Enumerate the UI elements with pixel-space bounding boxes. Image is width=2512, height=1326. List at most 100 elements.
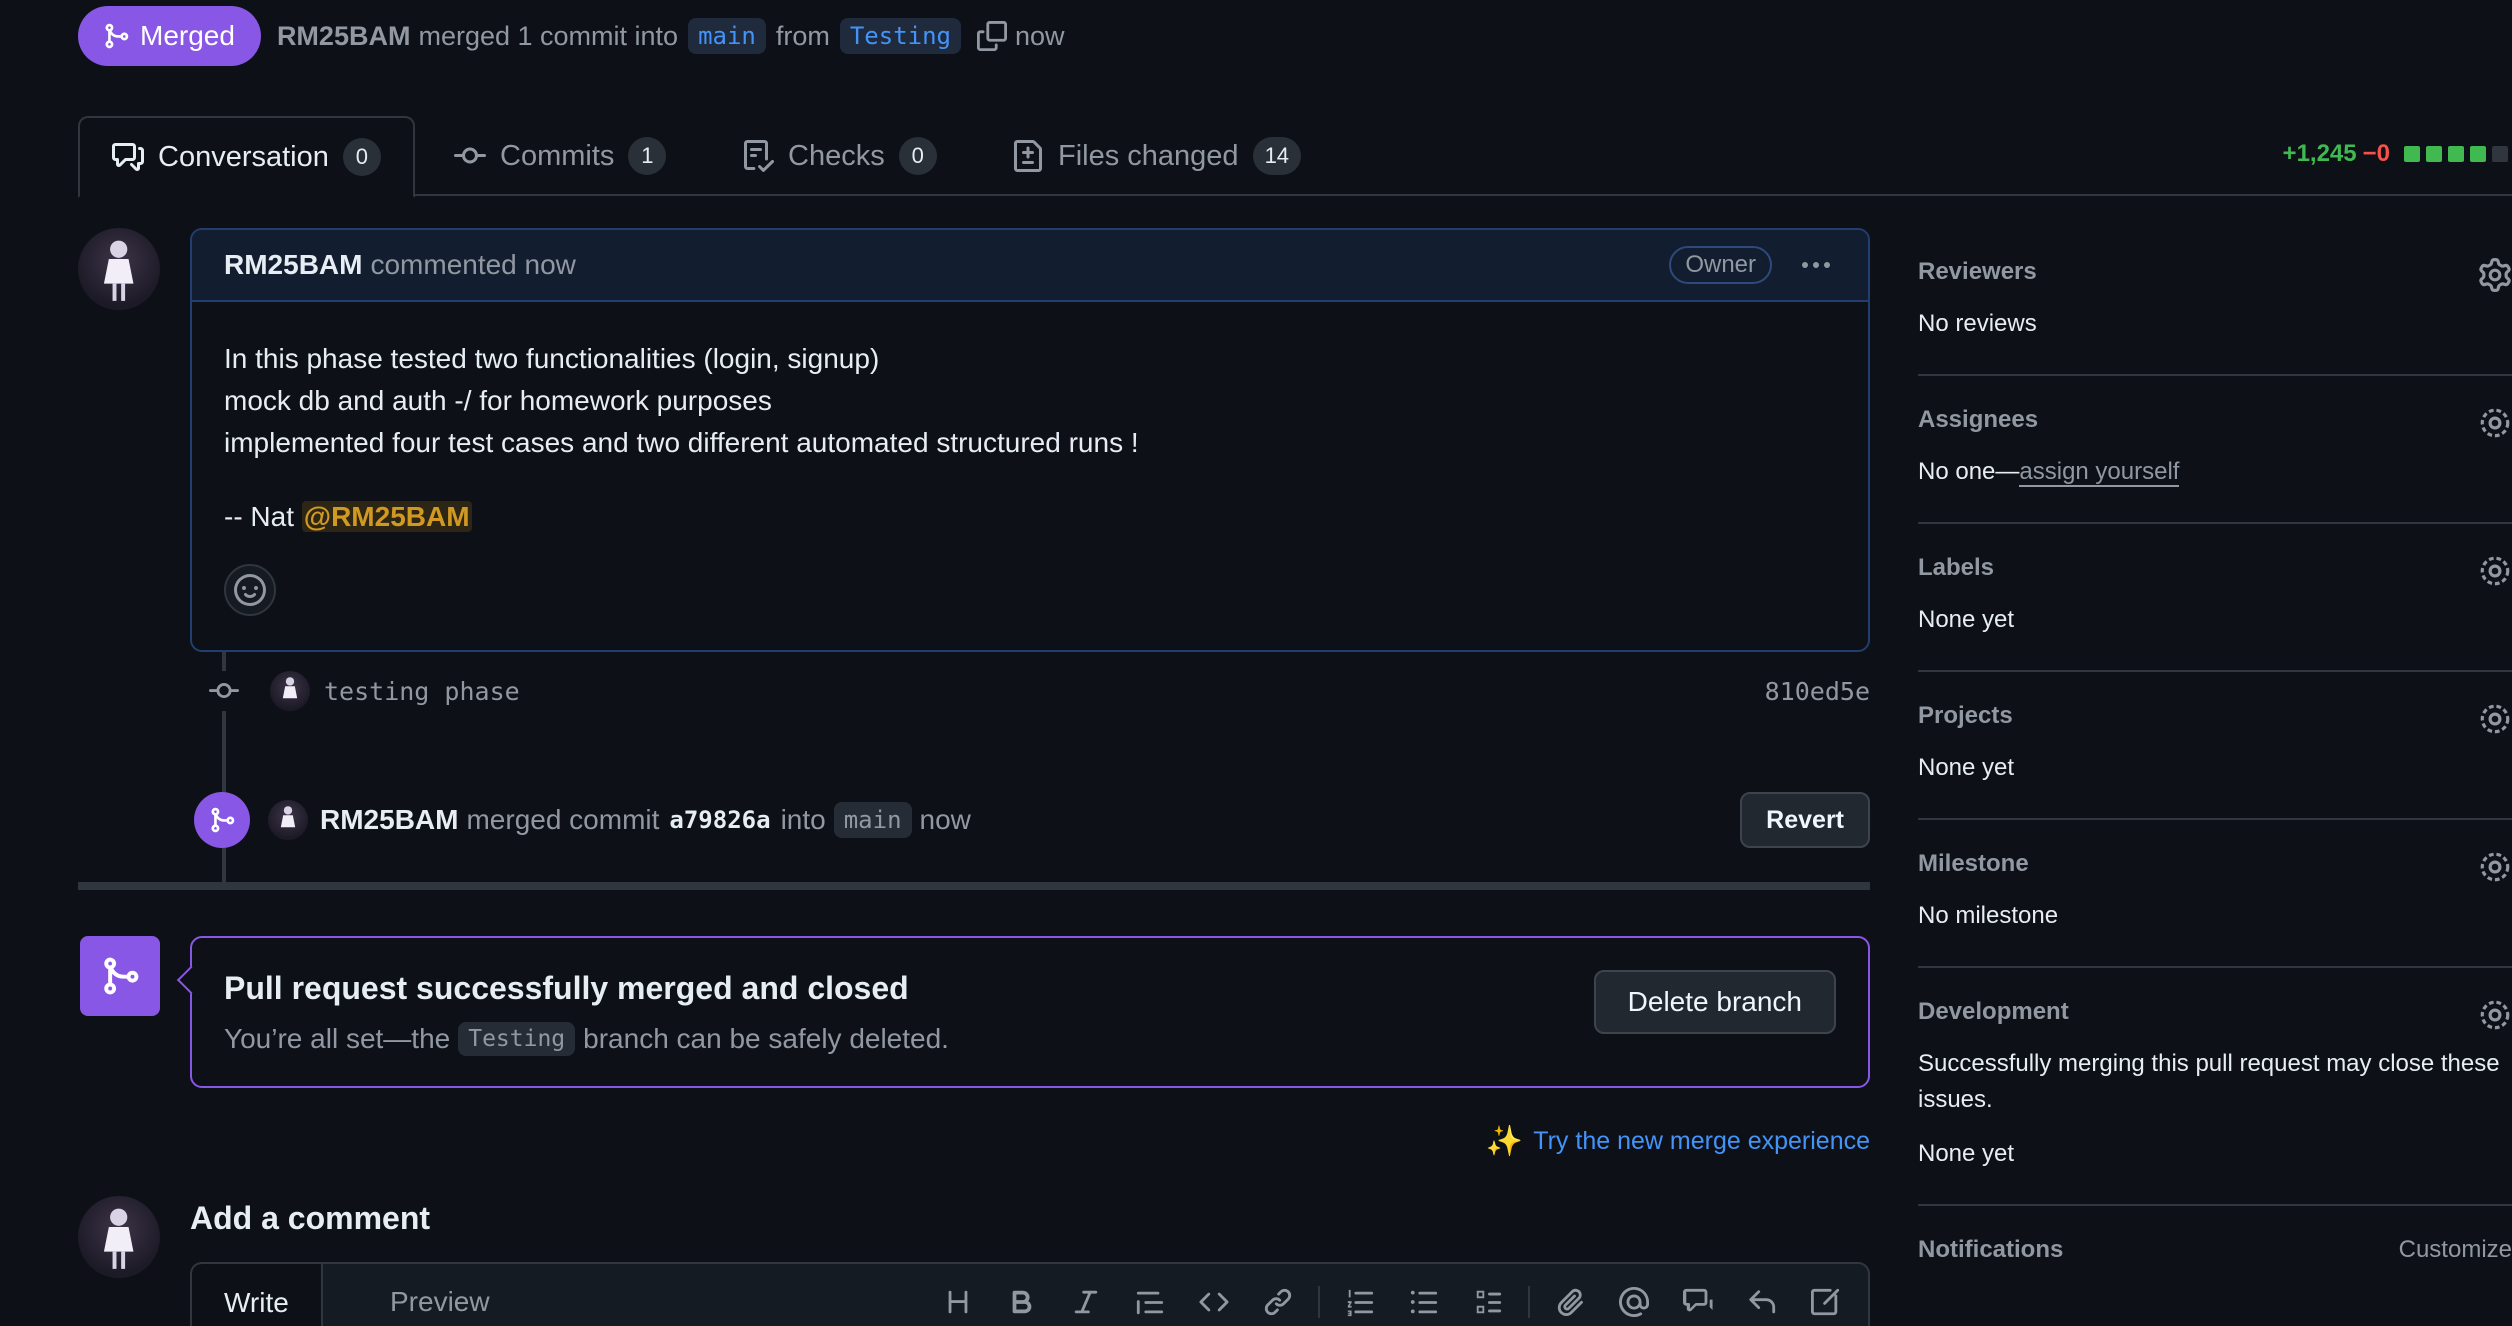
fullscreen-icon[interactable] [1794,1276,1858,1326]
assignees-value: No one—assign yourself [1918,454,2512,490]
diffstat-block [2426,146,2442,162]
tab-files-changed[interactable]: Files changed 14 [1012,116,1302,196]
comment-line: mock db and auth -/ for homework purpose… [224,385,772,416]
avatar[interactable] [78,1196,160,1278]
comment-editor: Write Preview [190,1262,1870,1326]
merge-target-branch[interactable]: main [833,802,912,838]
merged-sub-prefix: You’re all set—the [224,1023,451,1054]
git-merge-icon [194,792,250,848]
user-mention-link[interactable]: @RM25BAM [301,501,472,532]
pr-author-link[interactable]: RM25BAM [277,21,411,52]
preview-tab[interactable]: Preview [358,1262,522,1326]
comment-line: implemented four test cases and two diff… [224,427,1139,458]
assign-yourself-link[interactable]: assign yourself [2019,458,2180,487]
tab-commits[interactable]: Commits 1 [454,116,667,196]
customize-notifications-link[interactable]: Customize [2399,1236,2512,1264]
gear-icon[interactable] [2478,554,2512,588]
merged-state-label: Merged [140,20,235,51]
commit-sha-link[interactable]: 810ed5e [1765,677,1870,706]
labels-value: None yet [1918,606,2015,633]
commit-list-item: testing phase 810ed5e [204,666,1870,716]
cross-reference-icon[interactable] [1666,1276,1730,1326]
comment-signature: -- Nat @RM25BAM [224,496,1836,538]
git-commit-icon [454,147,486,164]
merged-status-box: Pull request successfully merged and clo… [190,936,1870,1088]
merge-event-text: merged commit [466,804,660,835]
tab-files-changed-label: Files changed [1058,139,1239,172]
gear-icon[interactable] [2478,702,2512,736]
development-section: Development Successfully merging this pu… [1918,968,2512,1206]
task-list-icon[interactable] [1456,1276,1520,1326]
delete-branch-button[interactable]: Delete branch [1593,970,1836,1034]
merge-into-text: into [780,804,826,835]
merge-commit-sha-link[interactable]: a79826a [669,806,770,834]
head-branch-tag[interactable]: Testing [839,18,962,54]
timeline-end-divider [78,882,1870,890]
milestone-value: No milestone [1918,902,2059,929]
avatar[interactable] [78,228,160,310]
projects-value: None yet [1918,754,2015,781]
reviewers-section: Reviewers No reviews [1918,228,2512,376]
bold-icon[interactable] [990,1276,1054,1326]
ordered-list-icon[interactable] [1328,1276,1392,1326]
comment-body: In this phase tested two functionalities… [192,302,1868,538]
diffstat-deletions: −0 [2362,140,2390,167]
add-comment-heading: Add a comment [190,1200,431,1236]
avatar[interactable] [270,671,310,711]
toolbar-divider [1528,1286,1530,1318]
pr-action-text: merged 1 commit into [418,20,679,51]
copy-icon[interactable] [977,21,1008,51]
comment-meta[interactable]: commented now [370,249,575,281]
revert-button[interactable]: Revert [1740,792,1870,848]
git-merge-icon [80,936,160,1016]
reply-icon[interactable] [1730,1276,1794,1326]
commit-message-link[interactable]: testing phase [324,677,520,706]
heading-icon[interactable] [926,1276,990,1326]
merged-head-branch: Testing [458,1022,576,1056]
merge-author-link[interactable]: RM25BAM [320,804,458,836]
attach-icon[interactable] [1538,1276,1602,1326]
tab-checks-count: 0 [898,137,937,175]
pr-description-comment: RM25BAM commented now Owner In this phas… [190,228,1870,652]
pr-state-row: Merged RM25BAM merged 1 commit into main… [78,6,1065,66]
add-reaction-button[interactable] [224,564,276,616]
diffstat-block [2404,146,2420,162]
write-tab[interactable]: Write [190,1262,323,1326]
diffstat-block [2470,146,2486,162]
gear-icon[interactable] [2478,850,2512,884]
sparkles-icon: ✨ [1485,1125,1524,1158]
try-new-merge-label: Try the new merge experience [1533,1127,1870,1155]
diffstat-block [2448,146,2464,162]
labels-section: Labels None yet [1918,524,2512,672]
try-new-merge-link[interactable]: ✨ Try the new merge experience [1486,1124,1870,1159]
tab-checks[interactable]: Checks 0 [742,116,937,196]
reviewers-value: No reviews [1918,310,2037,337]
avatar[interactable] [268,800,308,840]
merged-status-subtitle: You’re all set—the Testing branch can be… [224,1022,949,1056]
checklist-icon [744,140,774,172]
comment-author[interactable]: RM25BAM [224,249,362,281]
tab-commits-label: Commits [500,139,615,172]
base-branch-tag[interactable]: main [688,18,766,54]
milestone-title: Milestone [1918,850,2029,877]
tab-conversation[interactable]: Conversation 0 [78,116,415,198]
merged-sub-suffix: branch can be safely deleted. [583,1023,949,1054]
link-icon[interactable] [1246,1276,1310,1326]
git-commit-icon [204,671,244,711]
gear-icon[interactable] [2478,406,2512,440]
owner-badge: Owner [1669,246,1772,284]
comment-header: RM25BAM commented now Owner [192,230,1868,302]
italic-icon[interactable] [1054,1276,1118,1326]
assignees-prefix: No one— [1918,458,2020,485]
gear-icon[interactable] [2478,998,2512,1032]
quote-icon[interactable] [1118,1276,1182,1326]
gear-icon[interactable] [2478,258,2512,292]
code-icon[interactable] [1182,1276,1246,1326]
merge-event-time[interactable]: now [920,804,971,836]
projects-section: Projects None yet [1918,672,2512,820]
toolbar-divider [1318,1286,1320,1318]
kebab-menu-icon[interactable] [1796,245,1836,285]
mention-icon[interactable] [1602,1276,1666,1326]
unordered-list-icon[interactable] [1392,1276,1456,1326]
tab-files-changed-count: 14 [1252,137,1302,175]
